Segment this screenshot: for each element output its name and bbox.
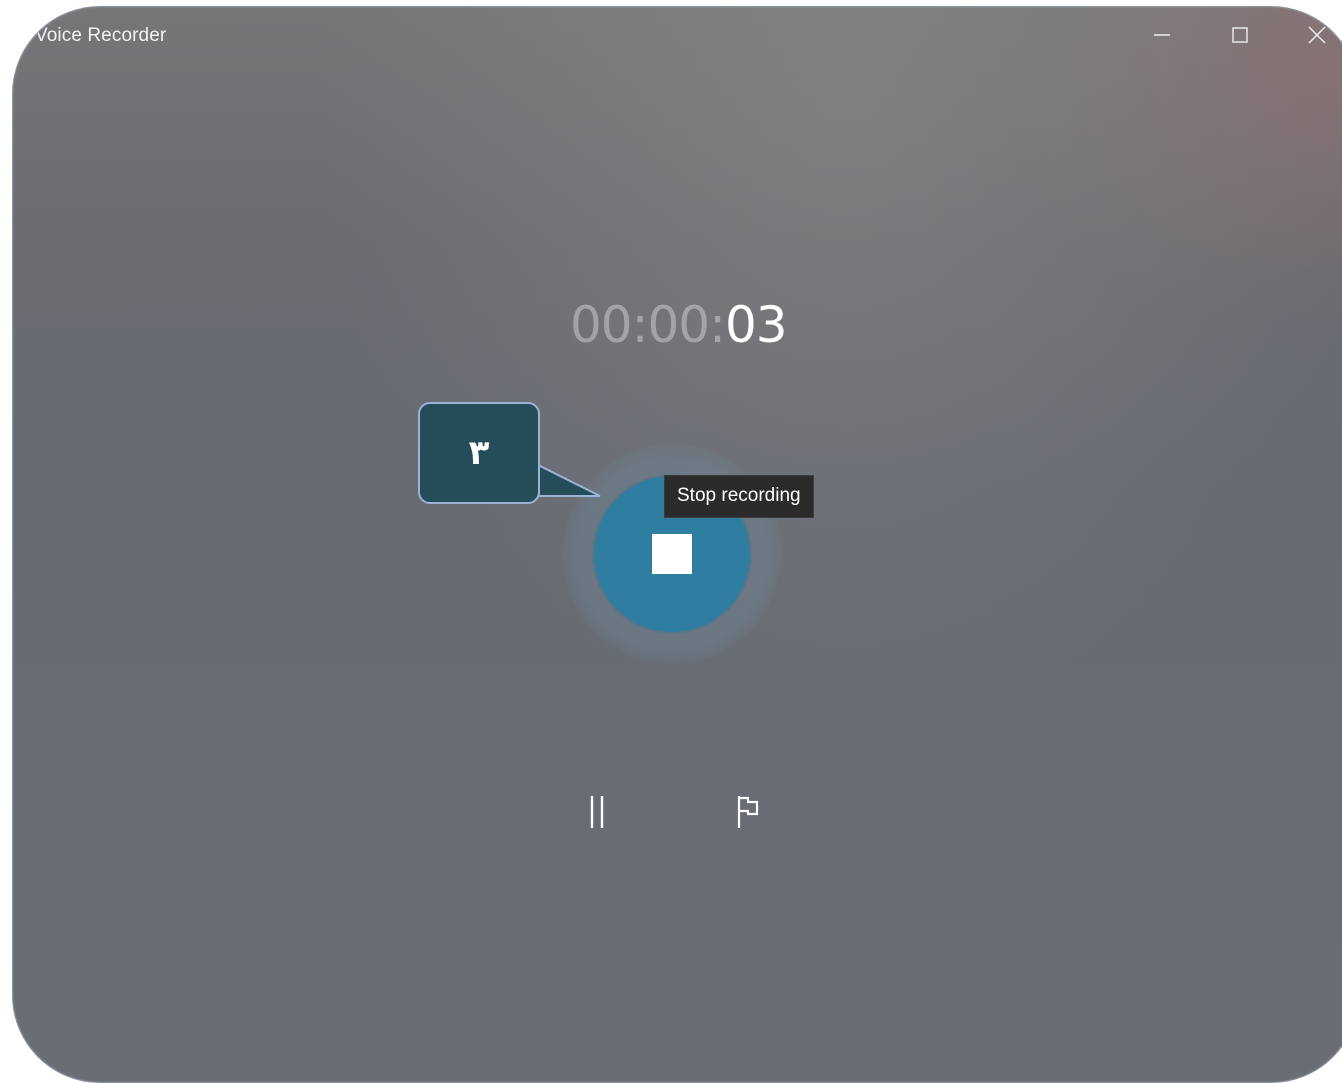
stop-recording-tooltip: Stop recording [664, 475, 814, 518]
recording-timer: 00:00:03 [570, 296, 788, 354]
add-marker-button[interactable] [716, 780, 780, 844]
timer-elapsed-prefix: 00:00: [570, 296, 726, 354]
step-number-callout: ٣ [418, 402, 540, 504]
callout-pointer [529, 460, 601, 497]
window-title: Voice Recorder [35, 25, 167, 46]
pause-button[interactable] [565, 780, 629, 844]
pause-icon [590, 796, 604, 828]
close-icon [1308, 26, 1326, 44]
close-button[interactable] [1293, 15, 1341, 55]
maximize-icon [1232, 27, 1248, 43]
stop-icon [652, 534, 692, 574]
minimize-icon [1154, 34, 1170, 36]
screenshot-frame: Voice Recorder 00:00:03 Stop recording ٣ [0, 0, 1342, 1083]
flag-icon [737, 796, 759, 828]
minimize-button[interactable] [1138, 15, 1186, 55]
timer-seconds: 03 [724, 296, 788, 354]
maximize-button[interactable] [1216, 15, 1264, 55]
